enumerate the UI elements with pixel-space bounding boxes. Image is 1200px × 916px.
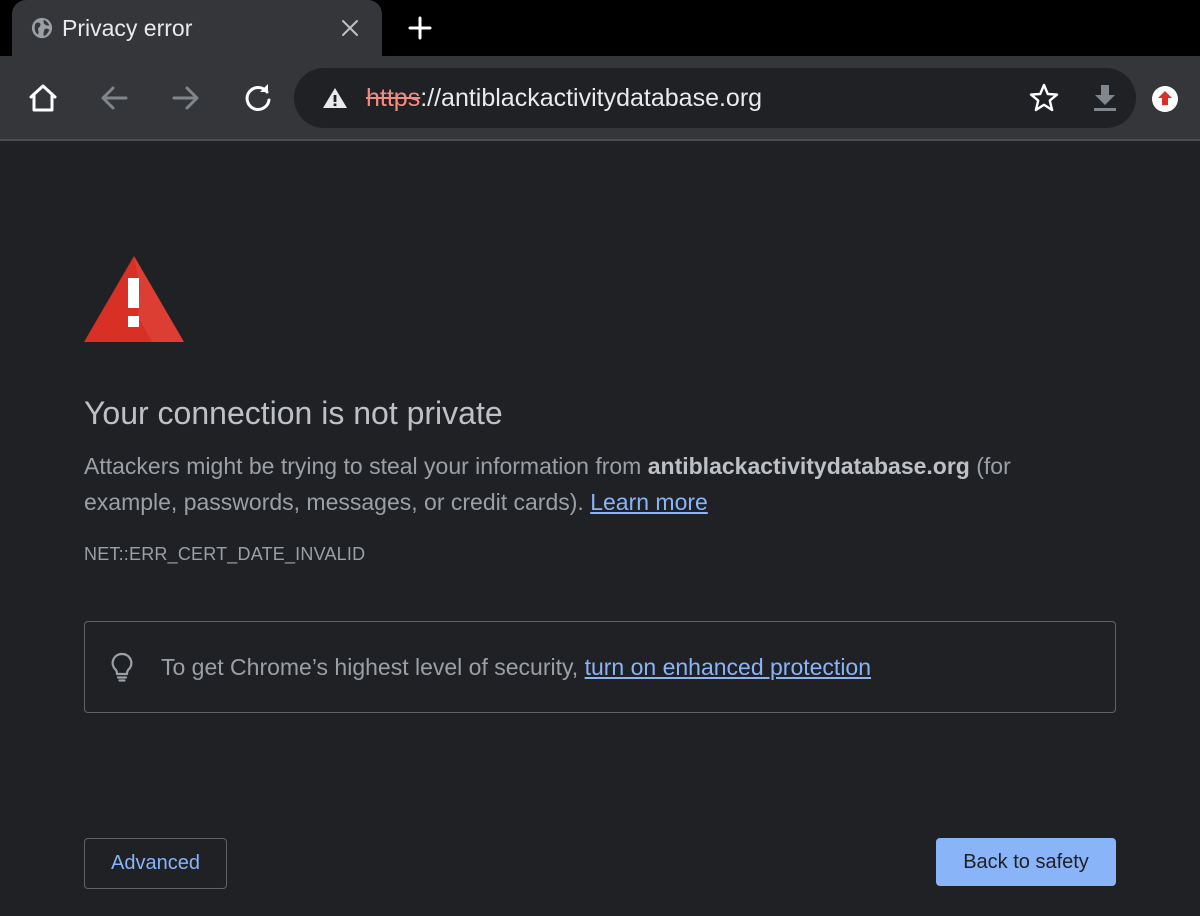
enhanced-protection-box: To get Chrome’s highest level of securit… bbox=[84, 621, 1116, 713]
globe-icon bbox=[31, 17, 53, 39]
advanced-button[interactable]: Advanced bbox=[84, 838, 227, 889]
tab-privacy-error[interactable]: Privacy error bbox=[12, 0, 382, 56]
toolbar: https://antiblackactivitydatabase.org bbox=[0, 56, 1200, 141]
back-to-safety-button[interactable]: Back to safety bbox=[936, 838, 1116, 886]
page-title: Your connection is not private bbox=[84, 395, 503, 431]
reload-icon[interactable] bbox=[241, 81, 275, 115]
url-host: ://antiblackactivitydatabase.org bbox=[420, 84, 763, 112]
domain-name: antiblackactivitydatabase.org bbox=[647, 453, 970, 479]
download-icon[interactable] bbox=[1090, 82, 1120, 114]
lightbulb-icon bbox=[111, 652, 133, 682]
omnibox[interactable]: https://antiblackactivitydatabase.org bbox=[294, 68, 1136, 128]
url-scheme: https bbox=[366, 84, 421, 112]
arrow-left-icon[interactable] bbox=[97, 81, 131, 115]
enhanced-prefix: To get Chrome’s highest level of securit… bbox=[161, 654, 585, 680]
tab-strip: Privacy error bbox=[0, 0, 1200, 56]
enhanced-protection-text: To get Chrome’s highest level of securit… bbox=[161, 651, 871, 683]
warning-triangle-icon[interactable] bbox=[322, 86, 348, 110]
arrow-right-icon[interactable] bbox=[169, 81, 203, 115]
url-text[interactable]: https://antiblackactivitydatabase.org bbox=[366, 83, 762, 113]
learn-more-link[interactable]: Learn more bbox=[590, 489, 708, 515]
enhanced-protection-link[interactable]: turn on enhanced protection bbox=[585, 654, 871, 680]
explanation-text: Attackers might be trying to steal your … bbox=[84, 448, 1094, 520]
close-icon[interactable] bbox=[338, 16, 362, 40]
tab-title: Privacy error bbox=[62, 15, 193, 41]
red-alert-triangle-icon bbox=[84, 256, 184, 342]
star-icon[interactable] bbox=[1028, 82, 1060, 114]
explanation-pre: Attackers might be trying to steal your … bbox=[84, 453, 648, 479]
plus-icon[interactable] bbox=[406, 14, 434, 42]
error-code: NET::ERR_CERT_DATE_INVALID bbox=[84, 544, 366, 564]
home-icon[interactable] bbox=[26, 81, 60, 115]
extension-upload-icon[interactable] bbox=[1151, 85, 1179, 113]
